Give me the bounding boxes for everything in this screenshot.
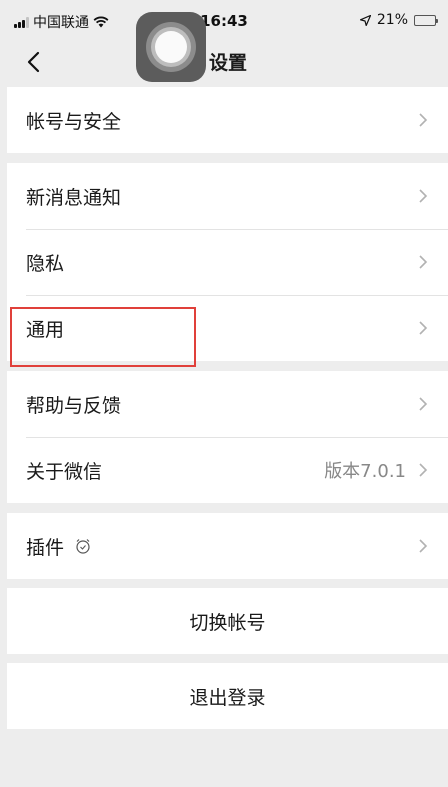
page-title: 设置	[208, 52, 247, 74]
logout-group: 退出登录	[7, 663, 448, 729]
settings-item-label: 通用	[26, 318, 65, 341]
settings-item-help-feedback[interactable]: 帮助与反馈	[7, 371, 448, 437]
battery-percent: 21%	[376, 12, 408, 28]
settings-item-label: 插件	[26, 536, 65, 559]
settings-item-label: 隐私	[26, 252, 65, 275]
settings-item-label: 帮助与反馈	[26, 394, 122, 417]
settings-group-plugins: 插件	[7, 513, 448, 579]
chevron-right-icon	[419, 397, 428, 411]
settings-item-notifications[interactable]: 新消息通知	[7, 163, 448, 229]
battery-icon	[414, 14, 438, 26]
nav-bar: 设置	[0, 44, 448, 84]
settings-item-privacy[interactable]: 隐私	[7, 229, 448, 295]
settings-item-account-security[interactable]: 帐号与安全	[7, 87, 448, 153]
location-arrow-icon	[359, 14, 371, 26]
version-value: 版本7.0.1	[324, 461, 406, 482]
settings-item-label: 新消息通知	[26, 186, 122, 209]
alarm-clock-icon	[76, 539, 90, 554]
chevron-right-icon	[419, 189, 428, 203]
settings-item-label: 帐号与安全	[26, 110, 122, 133]
switch-account-button[interactable]: 切换帐号	[7, 588, 448, 654]
settings-group-help: 帮助与反馈 关于微信 版本7.0.1	[7, 371, 448, 503]
switch-account-group: 切换帐号	[7, 588, 448, 654]
settings-group-account: 帐号与安全	[7, 87, 448, 153]
chevron-right-icon	[419, 539, 428, 553]
chevron-right-icon	[419, 113, 428, 127]
chevron-right-icon	[419, 255, 428, 269]
settings-item-plugins[interactable]: 插件	[7, 513, 448, 579]
settings-group-general: 新消息通知 隐私 通用	[7, 163, 448, 361]
chevron-right-icon	[419, 463, 428, 477]
status-bar: 中国联通 16:43 21%	[0, 0, 448, 44]
settings-item-about[interactable]: 关于微信 版本7.0.1	[7, 437, 448, 503]
settings-item-label: 关于微信	[26, 460, 103, 483]
logout-button[interactable]: 退出登录	[7, 663, 448, 729]
chevron-right-icon	[419, 321, 428, 335]
settings-item-general[interactable]: 通用	[7, 295, 448, 361]
assistive-touch-button[interactable]	[136, 12, 206, 82]
status-right: 21%	[359, 12, 438, 28]
